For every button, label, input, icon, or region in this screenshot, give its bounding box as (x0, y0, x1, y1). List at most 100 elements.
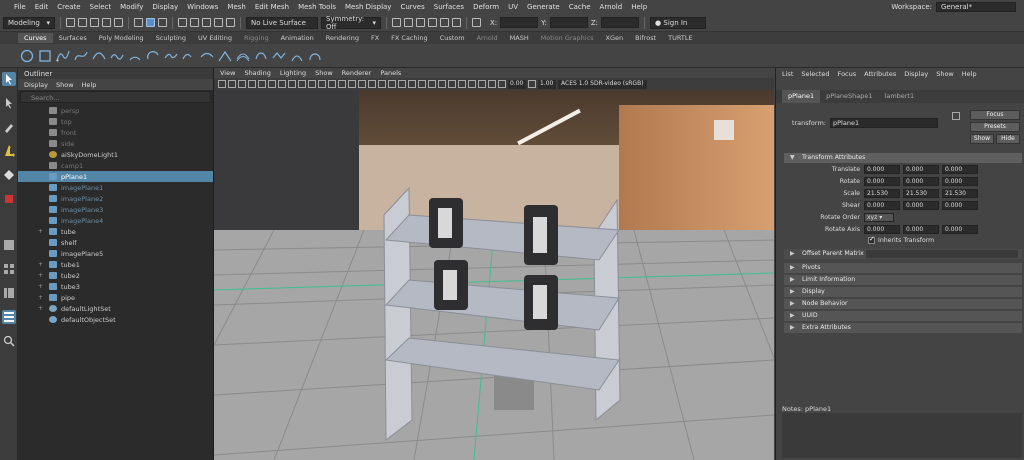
menu-mesh-display[interactable]: Mesh Display (345, 3, 391, 11)
shear-x-field[interactable]: 0.000 (864, 201, 900, 210)
extend-curve-icon[interactable] (218, 49, 232, 63)
outliner-item[interactable]: + defaultLightSet (18, 303, 213, 314)
rotate-axis-z-field[interactable]: 0.000 (942, 225, 978, 234)
section-limit-information[interactable]: ▶ Limit Information (784, 275, 1022, 285)
search-icon[interactable] (2, 334, 16, 348)
outliner-item[interactable]: imagePlane1 (18, 182, 213, 193)
outliner-layout-icon[interactable] (2, 310, 16, 324)
outliner-menu-help[interactable]: Help (82, 81, 97, 89)
expand-icon[interactable]: + (38, 294, 45, 301)
viewport-menu-shading[interactable]: Shading (244, 69, 270, 77)
nurbs-circle-icon[interactable] (20, 49, 34, 63)
live-surface-field[interactable]: No Live Surface (246, 16, 318, 29)
safe-action-icon[interactable] (338, 80, 346, 88)
undo-icon[interactable] (102, 18, 111, 27)
menu-generate[interactable]: Generate (527, 3, 560, 11)
scale-y-field[interactable]: 21.530 (903, 189, 939, 198)
focus-node-icon[interactable] (952, 112, 960, 120)
shelf-tab-fx-caching[interactable]: FX Caching (385, 33, 434, 43)
menu-curves[interactable]: Curves (400, 3, 424, 11)
pencil-curve-tool-icon[interactable] (110, 49, 124, 63)
curve-editing-tool-icon[interactable] (290, 49, 304, 63)
single-perspective-layout-icon[interactable] (2, 238, 16, 252)
select-component-icon[interactable] (158, 18, 167, 27)
gate-mask-icon[interactable] (318, 80, 326, 88)
viewport-menu-lighting[interactable]: Lighting (280, 69, 306, 77)
shelf-tab-animation[interactable]: Animation (275, 33, 320, 43)
shelf-tab-xgen[interactable]: XGen (600, 33, 630, 43)
shelf-tab-custom[interactable]: Custom (434, 33, 471, 43)
render-settings-icon[interactable] (428, 18, 437, 27)
outliner-item[interactable]: defaultObjectSet (18, 314, 213, 325)
shelf-tab-rigging[interactable]: Rigging (238, 33, 275, 43)
perspective-viewport[interactable]: View Shading Lighting Show Renderer Pane… (214, 68, 774, 460)
tab-lambert1[interactable]: lambert1 (879, 90, 921, 103)
section-transform-attributes[interactable]: ▼ Transform Attributes (784, 153, 1022, 163)
x-coordinate-field[interactable] (500, 17, 539, 28)
menu-select[interactable]: Select (90, 3, 112, 11)
outliner-item[interactable]: pPlane1 (18, 171, 213, 182)
viewport-menu-renderer[interactable]: Renderer (342, 69, 372, 77)
outliner-item[interactable]: + tube3 (18, 281, 213, 292)
outliner-menu-show[interactable]: Show (56, 81, 74, 89)
nurbs-square-icon[interactable] (38, 49, 52, 63)
transform-mode-icon[interactable] (472, 18, 481, 27)
show-button[interactable]: Show (970, 134, 994, 144)
shelf-tab-rendering[interactable]: Rendering (320, 33, 365, 43)
lasso-tool-icon[interactable] (2, 96, 16, 110)
wireframe-on-shaded-icon[interactable] (378, 80, 386, 88)
menu-surfaces[interactable]: Surfaces (434, 3, 464, 11)
paint-select-icon[interactable] (2, 120, 16, 134)
shelf-tab-motion-graphics[interactable]: Motion Graphics (535, 33, 600, 43)
backface-culling-icon[interactable] (488, 80, 496, 88)
menu-arnold[interactable]: Arnold (600, 3, 623, 11)
move-tool-icon[interactable] (2, 144, 16, 158)
outliner-item[interactable]: imagePlane3 (18, 204, 213, 215)
ae-menu-display[interactable]: Display (904, 70, 928, 78)
menu-mesh-tools[interactable]: Mesh Tools (298, 3, 336, 11)
add-points-icon[interactable] (272, 49, 286, 63)
z-coordinate-field[interactable] (601, 17, 640, 28)
select-camera-icon[interactable] (218, 80, 226, 88)
safe-title-icon[interactable] (348, 80, 356, 88)
arnold-render-icon[interactable] (452, 18, 461, 27)
outliner-item[interactable]: camp1 (18, 160, 213, 171)
shear-z-field[interactable]: 0.000 (942, 201, 978, 210)
depth-of-field-icon[interactable] (448, 80, 456, 88)
rotate-axis-x-field[interactable]: 0.000 (864, 225, 900, 234)
outliner-item[interactable]: imagePlane2 (18, 193, 213, 204)
presets-button[interactable]: Presets (970, 122, 1020, 132)
transform-name-field[interactable]: pPlane1 (830, 118, 938, 128)
viewport-menu-view[interactable]: View (220, 69, 235, 77)
tab-pplane1[interactable]: pPlane1 (782, 90, 821, 103)
rotate-x-field[interactable]: 0.000 (864, 177, 900, 186)
menu-cache[interactable]: Cache (569, 3, 591, 11)
shear-y-field[interactable]: 0.000 (903, 201, 939, 210)
shelf-tab-poly-modeling[interactable]: Poly Modeling (93, 33, 150, 43)
isolate-select-icon[interactable] (458, 80, 466, 88)
xray-icon[interactable] (468, 80, 476, 88)
hypershade-icon[interactable] (440, 18, 449, 27)
save-scene-icon[interactable] (90, 18, 99, 27)
shelf-tab-curves[interactable]: Curves (18, 33, 53, 43)
field-chart-icon[interactable] (328, 80, 336, 88)
menu-file[interactable]: File (14, 3, 26, 11)
exposure-field[interactable]: 0.00 (508, 79, 526, 89)
outliner-item[interactable]: shelf (18, 237, 213, 248)
ae-menu-help[interactable]: Help (962, 70, 977, 78)
persp-outliner-layout-icon[interactable] (2, 286, 16, 300)
menuset-dropdown[interactable]: Modeling ▾ (3, 16, 55, 29)
menu-windows[interactable]: Windows (187, 3, 218, 11)
outliner-search-input[interactable]: Search... (20, 91, 211, 103)
grid-icon[interactable] (288, 80, 296, 88)
open-scene-icon[interactable] (78, 18, 87, 27)
focus-button[interactable]: Focus (970, 110, 1020, 120)
insert-knot-icon[interactable] (200, 49, 214, 63)
rotate-axis-y-field[interactable]: 0.000 (903, 225, 939, 234)
two-point-arc-icon[interactable] (146, 49, 160, 63)
shelf-tab-sculpting[interactable]: Sculpting (150, 33, 192, 43)
symmetry-dropdown[interactable]: Symmetry: Off ▾ (321, 15, 381, 31)
outliner-item[interactable]: top (18, 116, 213, 127)
multisample-aa-icon[interactable] (438, 80, 446, 88)
lock-camera-icon[interactable] (228, 80, 236, 88)
